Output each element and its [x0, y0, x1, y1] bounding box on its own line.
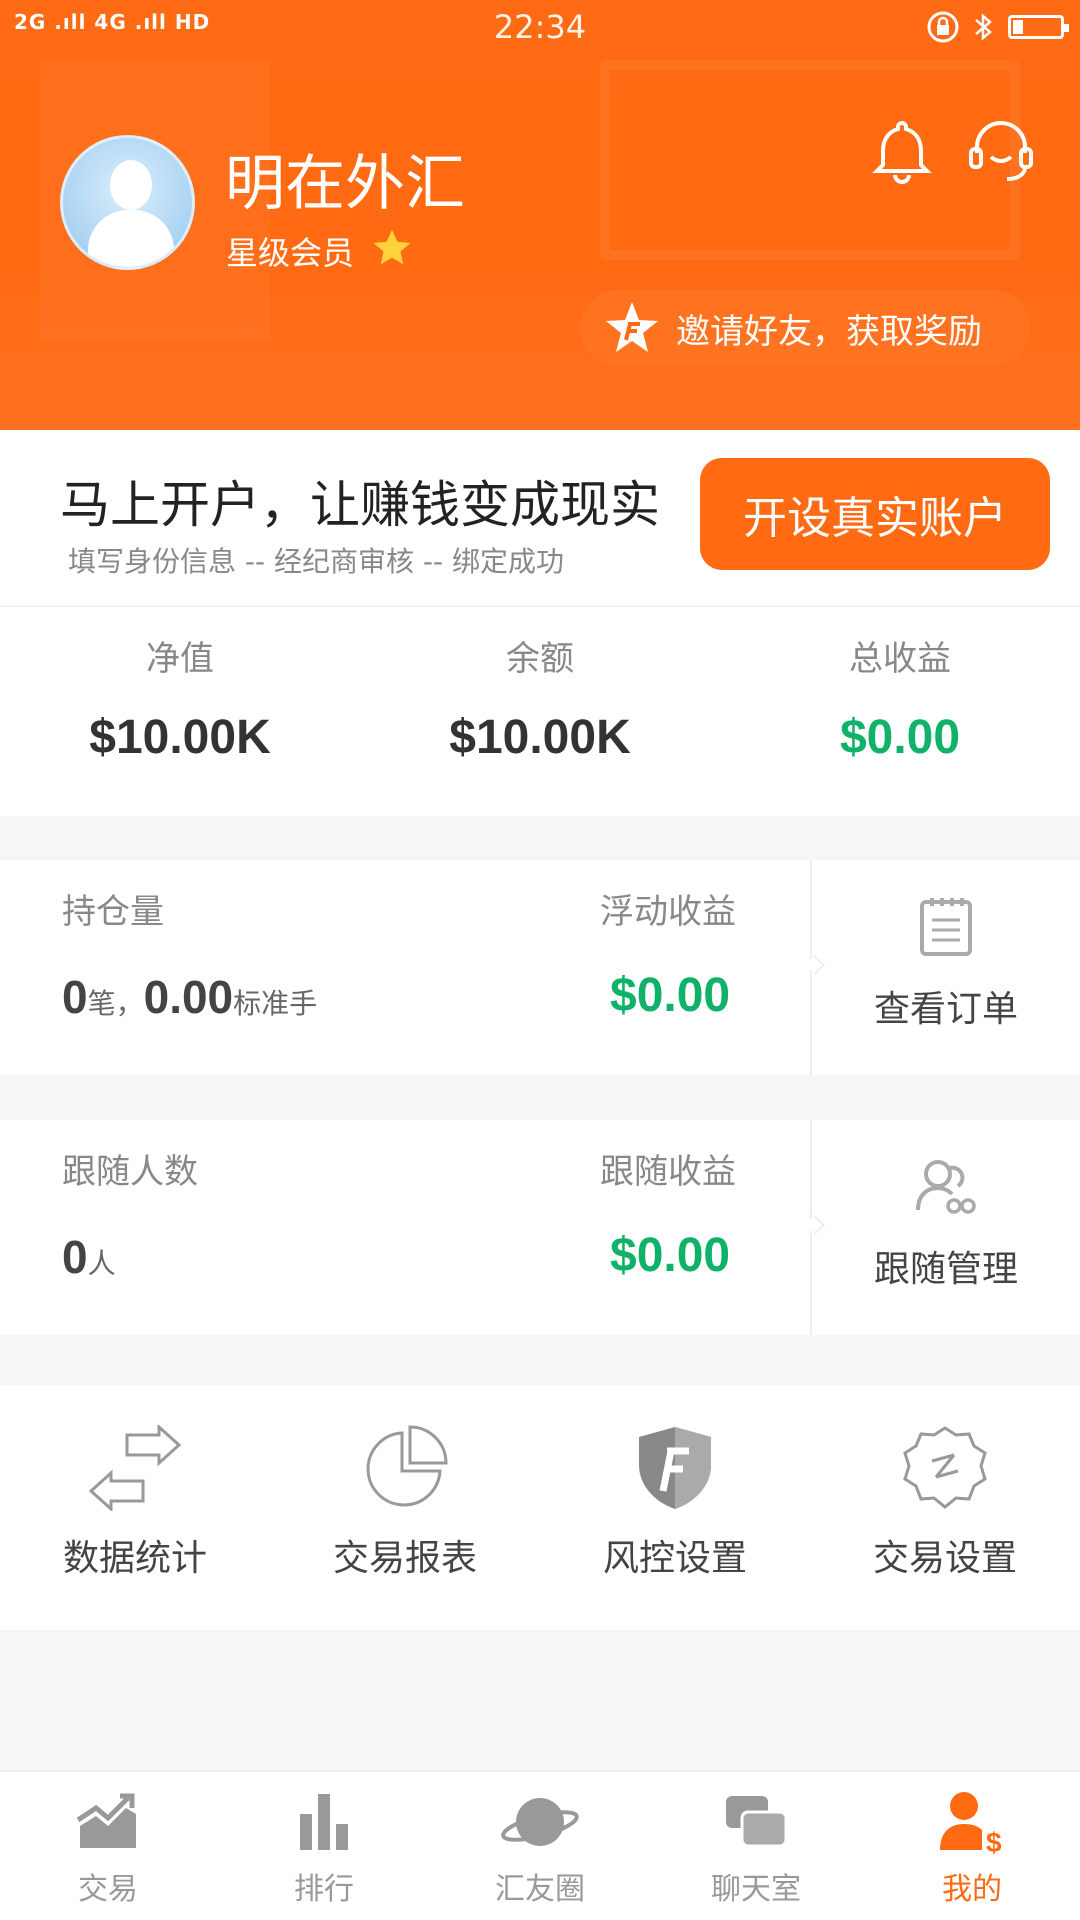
nav-label: 我的	[942, 1872, 1002, 1907]
ranking-icon	[300, 1794, 348, 1850]
lock-rotation-icon	[927, 11, 959, 43]
view-orders-label: 查看订单	[873, 989, 1018, 1030]
order-count-unit: 笔，	[87, 987, 144, 1020]
svg-text:$: $	[986, 1827, 1002, 1858]
nav-label: 排行	[294, 1872, 354, 1907]
tool-trade-settings[interactable]: 交易设置	[810, 1385, 1080, 1581]
nav-label: 汇友圈	[495, 1872, 585, 1907]
bottom-navigation: 交易 排行 汇友圈 聊天室 $ 我的	[0, 1770, 1080, 1920]
username: 明在外汇	[225, 149, 465, 219]
customer-service-icon[interactable]	[965, 115, 1037, 185]
follow-management-label: 跟随管理	[873, 1249, 1018, 1290]
planet-icon	[501, 1798, 579, 1846]
nav-ranking[interactable]: 排行	[216, 1772, 432, 1920]
open-real-account-button[interactable]: 开设真实账户	[700, 458, 1050, 570]
shield-icon	[639, 1427, 711, 1509]
data-stats-icon	[88, 1423, 182, 1513]
nav-chatroom[interactable]: 聊天室	[648, 1772, 864, 1920]
stat-label: 余额	[506, 639, 574, 679]
tool-label: 交易报表	[332, 1538, 477, 1579]
profile-dollar-icon: $	[940, 1792, 1002, 1858]
followers-unit: 人	[87, 1247, 116, 1280]
nav-community[interactable]: 汇友圈	[432, 1772, 648, 1920]
nav-trade[interactable]: 交易	[0, 1772, 216, 1920]
floating-profit-value: $0.00	[610, 969, 731, 1022]
floating-profit-label: 浮动收益	[600, 892, 736, 932]
status-bar: 2G .ıll 4G .ıll HD 22:34	[0, 0, 1080, 56]
chat-icon	[726, 1796, 788, 1848]
nav-label: 聊天室	[711, 1872, 801, 1907]
nav-label: 交易	[78, 1872, 138, 1907]
bell-icon[interactable]	[870, 115, 934, 185]
tool-trade-report[interactable]: 交易报表	[270, 1385, 540, 1581]
stat-label: 净值	[146, 639, 214, 679]
users-icon	[916, 1160, 976, 1214]
follow-profit-value: $0.00	[610, 1229, 731, 1282]
invite-friends-button[interactable]: 邀请好友，获取奖励	[580, 290, 1030, 366]
lots-value: 0.00	[143, 971, 234, 1023]
bluetooth-icon	[975, 13, 992, 41]
stat-value: $10.00K	[89, 711, 271, 764]
lots-unit: 标准手	[233, 987, 318, 1020]
clipboard-icon	[920, 898, 972, 956]
followers-value: 0人	[62, 1230, 116, 1284]
positions-card: 持仓量 浮动收益 0笔，0.00标准手 $0.00 查看订单	[0, 860, 1080, 1075]
trade-chart-icon	[76, 1793, 136, 1848]
stat-label: 总收益	[849, 639, 951, 679]
tools-grid: 数据统计 交易报表 风控设置 交易设置	[0, 1385, 1080, 1630]
battery-icon	[1008, 15, 1069, 39]
positions-label: 持仓量	[62, 892, 164, 932]
stat-balance: 余额 $10.00K	[360, 607, 720, 765]
followers-count: 0	[62, 1231, 88, 1283]
pie-chart-icon	[366, 1425, 448, 1507]
star-icon	[373, 229, 411, 265]
followers-card: 跟随人数 跟随收益 0人 $0.00 跟随管理	[0, 1120, 1080, 1335]
gear-icon	[903, 1426, 987, 1509]
tool-risk-control[interactable]: 风控设置	[540, 1385, 810, 1581]
follow-profit-label: 跟随收益	[600, 1152, 736, 1192]
positions-value: 0笔，0.00标准手	[62, 970, 317, 1024]
member-level: 星级会员	[226, 234, 355, 272]
tool-label: 交易设置	[872, 1538, 1017, 1579]
invite-star-icon	[606, 302, 658, 352]
followers-label: 跟随人数	[62, 1152, 198, 1192]
open-account-steps: 填写身份信息 -- 经纪商审核 -- 绑定成功	[68, 545, 565, 578]
status-icons	[926, 10, 1069, 44]
stat-net-value: 净值 $10.00K	[0, 607, 360, 765]
tool-label: 数据统计	[62, 1538, 207, 1579]
order-count: 0	[62, 971, 88, 1023]
status-time: 22:34	[493, 8, 587, 46]
header-background-decoration	[600, 60, 1020, 260]
open-account-title: 马上开户，让赚钱变成现实	[60, 476, 660, 534]
follow-management-button[interactable]: 跟随管理	[812, 1120, 1080, 1335]
stat-value: $10.00K	[449, 711, 631, 764]
nav-mine[interactable]: $ 我的	[864, 1772, 1080, 1920]
account-stats: 净值 $10.00K 余额 $10.00K 总收益 $0.00	[0, 606, 1080, 816]
tool-data-stats[interactable]: 数据统计	[0, 1385, 270, 1581]
profile-header: 2G .ıll 4G .ıll HD 22:34 明在外汇 星级会员 邀请好友，…	[0, 0, 1080, 430]
tool-label: 风控设置	[602, 1538, 747, 1579]
view-orders-button[interactable]: 查看订单	[812, 860, 1080, 1075]
stat-value: $0.00	[839, 711, 961, 764]
invite-text: 邀请好友，获取奖励	[676, 311, 982, 352]
open-account-section: 马上开户，让赚钱变成现实 填写身份信息 -- 经纪商审核 -- 绑定成功 开设真…	[0, 430, 1080, 605]
avatar[interactable]	[60, 135, 195, 270]
stat-total-profit: 总收益 $0.00	[720, 607, 1080, 765]
